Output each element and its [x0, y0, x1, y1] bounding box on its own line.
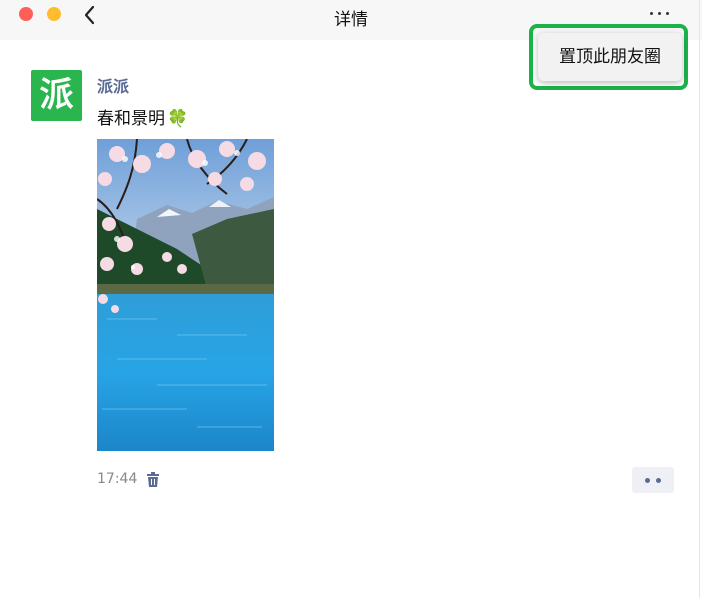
window-border — [699, 0, 700, 598]
cherry-blossom-lake-image — [97, 139, 274, 451]
more-dot-icon — [658, 12, 661, 15]
like-comment-button[interactable] — [632, 467, 674, 493]
more-dot-icon — [666, 12, 669, 15]
pin-moment-menu-item[interactable]: 置顶此朋友圈 — [538, 33, 682, 81]
dot-icon — [645, 478, 650, 483]
avatar[interactable]: 派 — [31, 70, 82, 121]
delete-post-button[interactable] — [146, 472, 160, 488]
author-name[interactable]: 派派 — [97, 73, 129, 97]
trash-icon — [147, 472, 159, 487]
context-menu: 置顶此朋友圈 — [538, 33, 682, 81]
dot-icon — [656, 478, 661, 483]
more-options-button[interactable] — [648, 6, 672, 20]
clover-emoji-icon: 🍀 — [167, 109, 189, 129]
post-text: 春和景明 🍀 — [97, 104, 188, 129]
more-dot-icon — [650, 12, 653, 15]
post-time: 17:44 — [97, 471, 138, 487]
post-photo[interactable] — [97, 139, 274, 451]
post-text-content: 春和景明 — [97, 109, 165, 129]
